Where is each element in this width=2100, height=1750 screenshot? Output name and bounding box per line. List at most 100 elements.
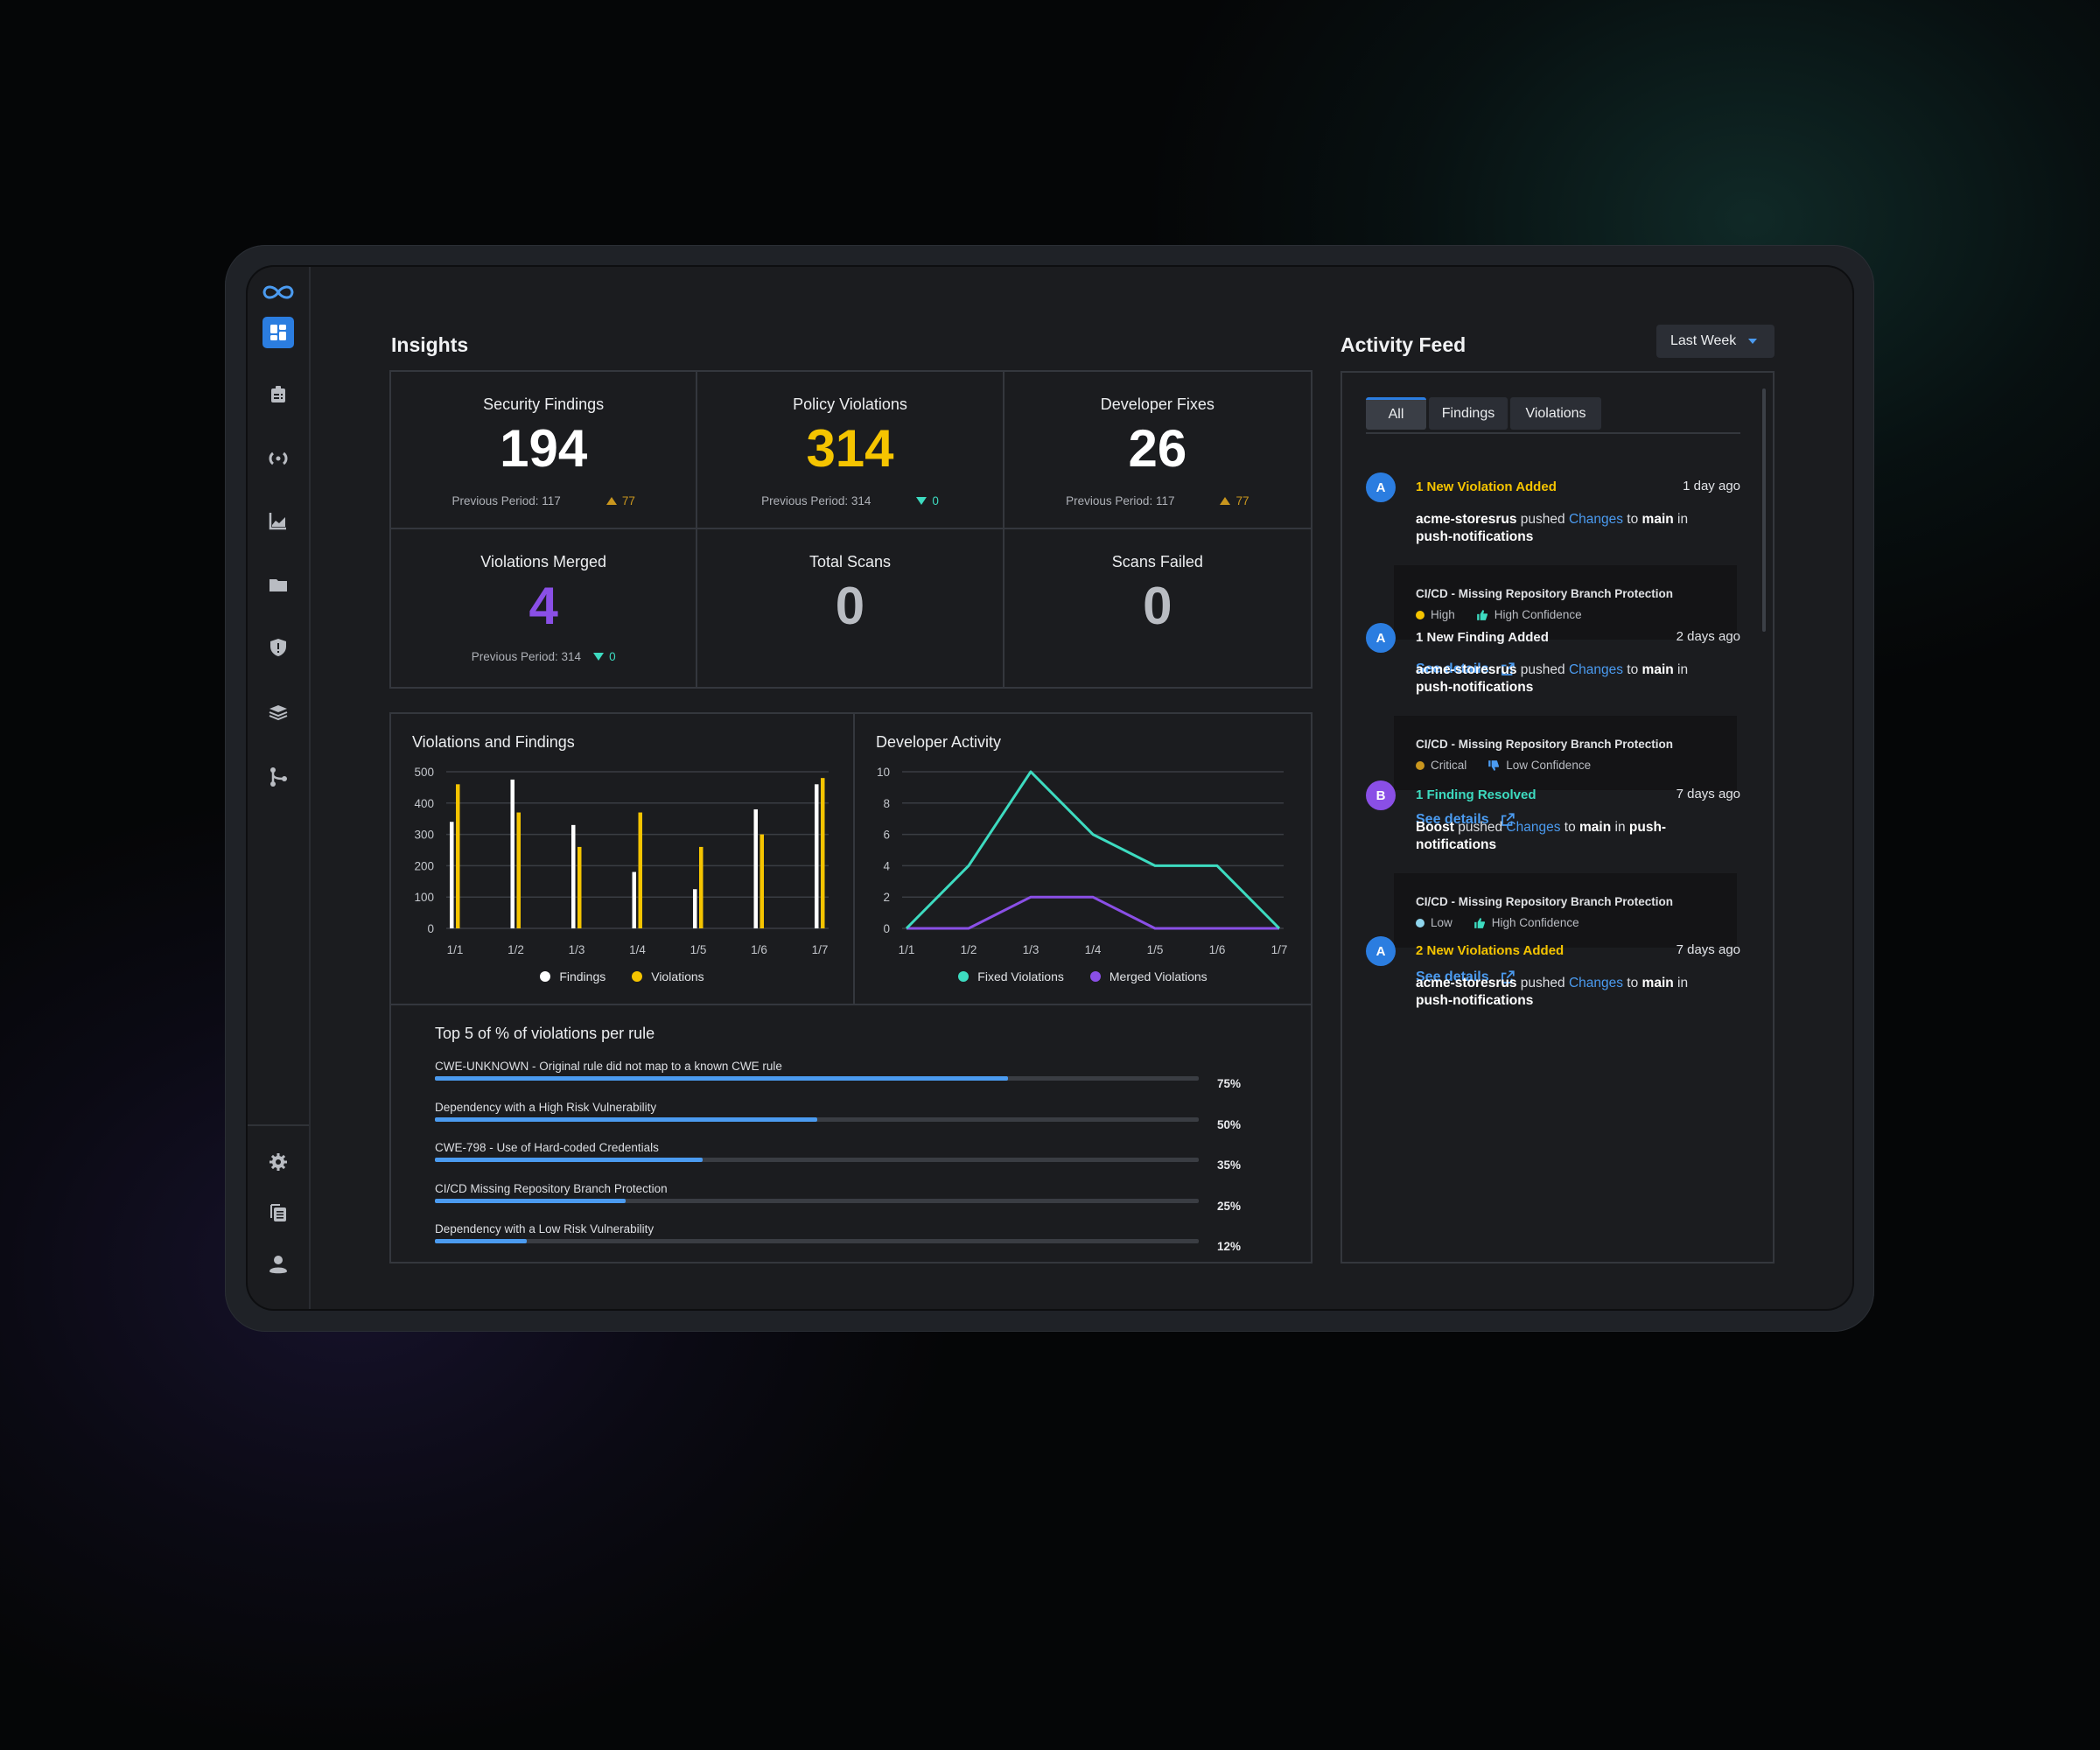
confidence-label: High Confidence [1491, 916, 1579, 929]
previous-period-text: Previous Period: 117 [452, 494, 561, 508]
severity-dot-icon [1416, 610, 1424, 620]
trend-up-icon [606, 497, 617, 505]
sidebar-item-clipboard[interactable] [262, 379, 294, 410]
repo-name: push-notifications [1416, 529, 1534, 544]
changes-link[interactable]: Changes [1569, 976, 1623, 990]
y-tick-label: 4 [883, 859, 890, 872]
bar-findings [632, 872, 636, 928]
sidebar-item-documents[interactable] [262, 1197, 294, 1228]
y-tick-label: 10 [877, 766, 890, 779]
trend-down-icon [916, 497, 928, 505]
infinity-logo-icon[interactable] [260, 281, 297, 304]
stat-total-scans[interactable]: Total Scans 0 [697, 529, 1004, 687]
changes-link[interactable]: Changes [1569, 662, 1623, 677]
y-tick-label: 0 [883, 922, 890, 935]
feed-item-time: 1 day ago [1683, 479, 1740, 494]
charts-panel: Violations and Findings 0 100 200 300 400 500… [389, 712, 1312, 1264]
tab-all[interactable]: All [1366, 397, 1426, 430]
delta-value: 77 [621, 494, 635, 508]
legend-label: Fixed Violations [977, 970, 1064, 984]
severity: Critical [1416, 759, 1466, 772]
rule-progress-track [435, 1116, 1199, 1122]
stat-label: Policy Violations [793, 396, 907, 413]
stat-previous-period: Previous Period: 314 0 [391, 650, 696, 663]
rule-progress-fill [435, 1158, 703, 1162]
sidebar-item-branches[interactable] [262, 761, 294, 793]
rule-row: Dependency with a Low Risk Vulnerability… [435, 1222, 1257, 1263]
legend-item-fixed[interactable]: Fixed Violations [958, 970, 1064, 984]
legend-item-merged[interactable]: Merged Violations [1089, 970, 1208, 984]
sidebar-item-analytics[interactable] [262, 505, 294, 536]
legend-dot [540, 971, 551, 982]
severity-label: Low [1431, 916, 1452, 929]
bar-violations [760, 834, 764, 928]
y-tick-label: 100 [414, 891, 434, 904]
stat-developer-fixes[interactable]: Developer Fixes 26 Previous Period: 117 … [1004, 372, 1311, 529]
severity-label: High [1431, 608, 1455, 621]
bar-violations [699, 846, 704, 928]
branch-name: main [1642, 512, 1674, 527]
feed-item-time: 7 days ago [1676, 942, 1740, 957]
in-text: in [1614, 820, 1626, 835]
stat-value: 314 [806, 419, 894, 478]
severity: High [1416, 608, 1455, 621]
thumbs-down-icon [1488, 760, 1500, 771]
stat-policy-violations[interactable]: Policy Violations 314 Previous Period: 3… [697, 372, 1004, 529]
stat-violations-merged[interactable]: Violations Merged 4 Previous Period: 314… [391, 529, 698, 687]
area-chart-icon [269, 513, 286, 530]
rule-row: CI/CD Missing Repository Branch Protecti… [435, 1182, 1257, 1222]
confidence: High Confidence [1476, 608, 1582, 621]
changes-link[interactable]: Changes [1569, 512, 1623, 527]
bar-violations [578, 846, 582, 928]
rule-progress-fill [435, 1076, 1008, 1081]
rule-card-meta: Critical Low Confidence [1416, 759, 1591, 772]
thumbs-up-icon [1476, 609, 1488, 620]
sidebar-item-projects[interactable] [262, 569, 294, 600]
x-tick-label: 1/7 [1271, 943, 1288, 956]
confidence: Low Confidence [1488, 759, 1591, 772]
sidebar-item-broadcast[interactable] [262, 443, 294, 474]
activity-feed-title: Activity Feed [1340, 333, 1466, 356]
stat-security-findings[interactable]: Security Findings 194 Previous Period: 1… [391, 372, 698, 529]
tab-findings[interactable]: Findings [1429, 397, 1508, 430]
stat-scans-failed[interactable]: Scans Failed 0 [1004, 529, 1311, 687]
x-tick-label: 1/1 [447, 943, 464, 956]
avatar: A [1366, 936, 1396, 966]
rule-progress-fill [435, 1116, 817, 1122]
sidebar-item-profile[interactable] [262, 1249, 294, 1280]
feed-scrollbar[interactable] [1762, 388, 1766, 632]
period-dropdown-value: Last Week [1670, 333, 1737, 348]
stat-previous-period: Previous Period: 314 0 [697, 494, 1002, 508]
legend-item-violations[interactable]: Violations [632, 970, 704, 984]
rule-percent: 25% [1217, 1199, 1242, 1213]
rule-card-title: CI/CD - Missing Repository Branch Protec… [1416, 738, 1674, 751]
bar-violations [821, 778, 825, 928]
rule-row: Dependency with a High Risk Vulnerabilit… [435, 1101, 1257, 1141]
bar-findings [815, 784, 819, 928]
feed-item-headline: 1 New Violation Added [1416, 480, 1557, 494]
line-fixed-violations [905, 770, 1281, 930]
sidebar-item-settings[interactable] [262, 1146, 294, 1178]
x-tick-label: 1/5 [1147, 943, 1164, 956]
legend-item-findings[interactable]: Findings [540, 970, 606, 984]
changes-link[interactable]: Changes [1506, 820, 1560, 835]
tab-violations[interactable]: Violations [1510, 397, 1601, 430]
sidebar-item-layers[interactable] [262, 696, 294, 728]
sidebar-item-security[interactable] [262, 632, 294, 663]
documents-icon [270, 1204, 286, 1222]
y-tick-label: 2 [883, 891, 890, 904]
rule-label: Dependency with a Low Risk Vulnerability [435, 1222, 654, 1236]
severity-dot-icon [1416, 760, 1424, 770]
y-tick-label: 200 [414, 859, 434, 872]
x-tick-label: 1/3 [1023, 943, 1040, 956]
trend-down-icon [593, 653, 605, 661]
previous-period-text: Previous Period: 314 [471, 650, 582, 663]
sidebar-divider [248, 1124, 309, 1126]
sidebar-item-dashboard[interactable] [262, 317, 294, 348]
broadcast-icon [269, 452, 288, 466]
rule-card-title: CI/CD - Missing Repository Branch Protec… [1416, 895, 1674, 908]
period-dropdown[interactable]: Last Week [1656, 325, 1774, 358]
in-text: in [1677, 976, 1689, 990]
stat-label: Scans Failed [1111, 553, 1203, 570]
bar-findings [753, 808, 758, 928]
